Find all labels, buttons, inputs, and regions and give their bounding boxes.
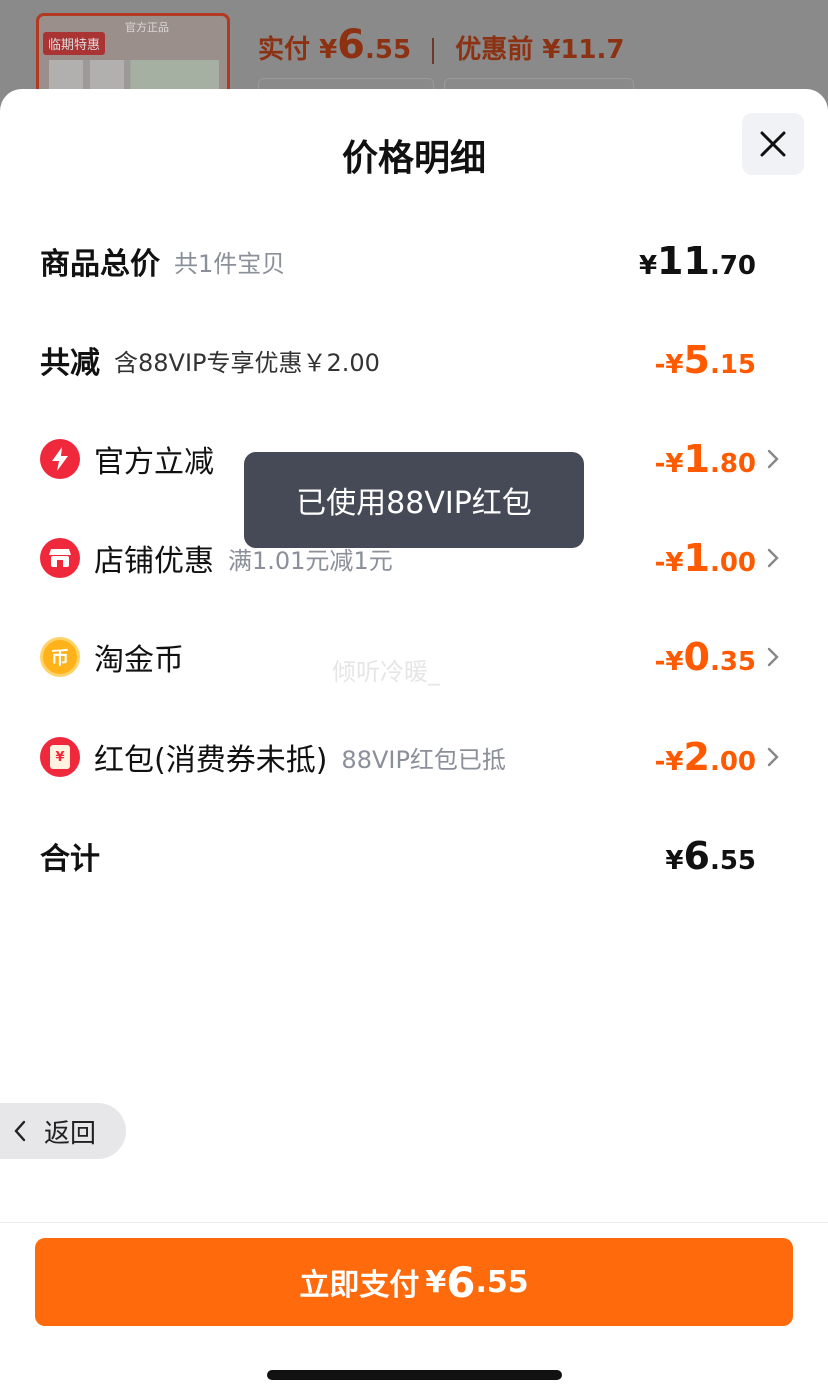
chevron-right-icon (767, 548, 779, 568)
coin-icon: 币 (40, 637, 80, 677)
row-amount: ¥11.70 (638, 239, 756, 283)
row-label: 店铺优惠 (94, 544, 214, 579)
row-total-price: 商品总价 共1件宝贝 ¥11.70 (0, 231, 828, 291)
close-icon (760, 131, 786, 157)
pay-symbol: ¥ (425, 1264, 447, 1300)
divider (0, 1222, 828, 1223)
back-button[interactable]: 返回 (0, 1103, 126, 1159)
row-amount: -¥5.15 (654, 338, 756, 382)
lightning-icon (40, 439, 80, 479)
row-sub: 88VIP红包已抵 (341, 745, 506, 774)
price-symbol: ¥ (319, 35, 338, 65)
row-amount: -¥1.00 (654, 536, 756, 580)
back-label: 返回 (44, 1118, 97, 1149)
row-amount: -¥1.80 (654, 437, 756, 481)
row-amount: -¥2.00 (654, 735, 756, 779)
chevron-right-icon (767, 449, 779, 469)
row-label: 官方立减 (94, 445, 214, 480)
red-envelope-icon: ¥ (40, 737, 80, 777)
row-sub: 共1件宝贝 (174, 249, 286, 278)
watermark: 倾听冷暖_ (332, 658, 440, 686)
row-red-envelope[interactable]: ¥ 红包(消费券未抵) 88VIP红包已抵 -¥2.00 (0, 727, 828, 787)
thumb-brand: 官方正品 (125, 21, 169, 34)
row-label: 共减 (40, 346, 100, 381)
close-button[interactable] (742, 113, 804, 175)
chevron-left-icon (14, 1120, 26, 1142)
row-sum: 合计 ¥6.55 (0, 826, 828, 886)
price-small: .55 (365, 35, 412, 65)
price-before: 优惠前 ¥11.7 (455, 35, 625, 65)
row-amount: ¥6.55 (665, 834, 756, 878)
price-label: 实付 (258, 35, 311, 65)
sheet-title: 价格明细 (341, 138, 486, 179)
price-separator (432, 37, 435, 64)
pay-now-button[interactable]: 立即支付 ¥6.55 (35, 1238, 793, 1326)
row-label: 淘金币 (94, 643, 184, 678)
chevron-right-icon (767, 647, 779, 667)
row-sub: 含88VIP专享优惠￥2.00 (114, 348, 380, 377)
row-label: 红包(消费券未抵) (94, 743, 328, 778)
pay-label: 立即支付 (299, 1268, 420, 1303)
pay-small: .55 (475, 1264, 529, 1300)
row-label: 商品总价 (40, 247, 160, 282)
chevron-right-icon (767, 747, 779, 767)
row-label: 合计 (40, 842, 100, 877)
shop-icon (40, 538, 80, 578)
price-detail-sheet: 价格明细 商品总价 共1件宝贝 ¥11.70 共减 含88VIP专享优惠￥2.0… (0, 89, 828, 1398)
toast-message: 已使用88VIP红包 (244, 452, 584, 548)
home-indicator[interactable] (267, 1370, 562, 1380)
row-total-reduction: 共减 含88VIP专享优惠￥2.00 -¥5.15 (0, 330, 828, 390)
background-price: 实付 ¥6.55 优惠前 ¥11.7 (258, 22, 625, 68)
row-amount: -¥0.35 (654, 635, 756, 679)
price-big: 6 (337, 22, 366, 68)
pay-big: 6 (446, 1257, 476, 1307)
thumb-tag: 临期特惠 (43, 32, 106, 55)
